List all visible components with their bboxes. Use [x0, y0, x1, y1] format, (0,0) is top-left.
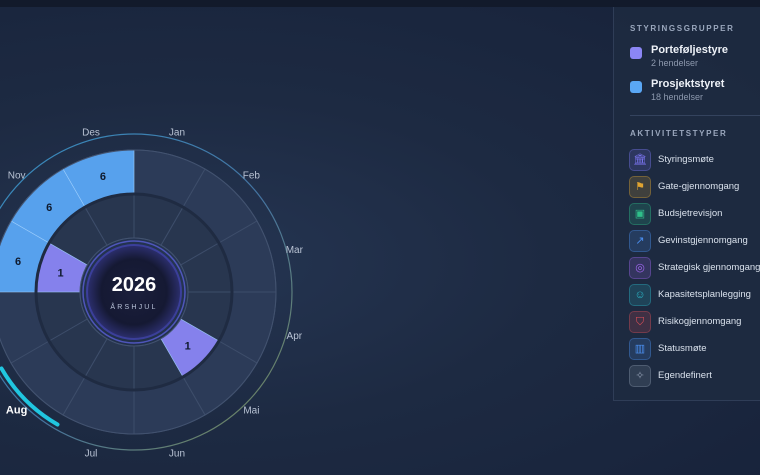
group-color-swatch: [630, 47, 642, 59]
building-icon: 🏛: [629, 149, 651, 171]
shield-icon: ⛉: [629, 311, 651, 333]
activity-type-gevinstgjennomgang[interactable]: ↗ Gevinstgjennomgang: [629, 230, 760, 252]
sparkle-icon: ✧: [629, 365, 651, 387]
month-label-feb: Feb: [243, 171, 261, 182]
month-label-jan: Jan: [169, 128, 185, 139]
activity-type-styringsmote[interactable]: 🏛 Styringsmøte: [629, 149, 760, 171]
activity-type-statusmote[interactable]: ▥ Statusmøte: [629, 338, 760, 360]
group-name: Porteføljestyre: [651, 44, 729, 56]
event-count-label: 1: [185, 341, 191, 353]
types-title: AKTIVITETSTYPER: [630, 129, 728, 138]
activity-type-label: Budsjetrevisjon: [658, 208, 723, 219]
activity-type-risikogjennomgang[interactable]: ⛉ Risikogjennomgang: [629, 311, 760, 333]
event-count-label: 6: [15, 256, 21, 268]
event-count-label: 1: [58, 267, 64, 279]
activity-type-kapasitetsplanlegging[interactable]: ☺ Kapasitetsplanlegging: [629, 284, 760, 306]
month-label-mai: Mai: [243, 405, 259, 416]
trend-up-icon: ↗: [629, 230, 651, 252]
month-label-jun: Jun: [169, 448, 185, 459]
group-name: Prosjektstyret: [651, 78, 725, 90]
bar-chart-icon: ▥: [629, 338, 651, 360]
event-count-label: 6: [46, 202, 52, 214]
activity-type-label: Gevinstgjennomgang: [658, 235, 748, 246]
month-label-apr: Apr: [287, 331, 303, 342]
activity-type-label: Statusmøte: [658, 343, 707, 354]
activity-type-label: Kapasitetsplanlegging: [658, 289, 751, 300]
target-icon: ◎: [629, 257, 651, 279]
month-label-jul: Jul: [85, 448, 98, 459]
year-wheel: 6 6 6 1 1 2026 ÅRSHJUL Jan Feb Mar Apr Mai Jun Jul Aug…: [0, 128, 304, 459]
wheel-year: 2026: [112, 274, 157, 296]
activity-type-budsjetrevisjon[interactable]: ▣ Budsjetrevisjon: [629, 203, 760, 225]
activity-type-label: Egendefinert: [658, 370, 712, 381]
group-color-swatch: [630, 81, 642, 93]
users-icon: ☺: [629, 284, 651, 306]
group-count: 18 hendelser: [651, 92, 704, 102]
month-label-des: Des: [82, 128, 100, 139]
activity-type-label: Styringsmøte: [658, 154, 714, 165]
groups-title: STYRINGSGRUPPER: [630, 24, 735, 33]
month-label-nov: Nov: [8, 171, 26, 182]
wallet-icon: ▣: [629, 203, 651, 225]
activity-type-label: Gate-gjennomgang: [658, 181, 740, 192]
activity-type-label: Risikogjennomgang: [658, 316, 742, 327]
activity-type-egendefinert[interactable]: ✧ Egendefinert: [629, 365, 760, 387]
signpost-icon: ⚑: [629, 176, 651, 198]
event-count-label: 6: [100, 171, 106, 183]
month-label-aug: Aug: [6, 404, 27, 416]
activity-type-label: Strategisk gjennomgang: [658, 262, 760, 273]
wheel-subtitle: ÅRSHJUL: [110, 302, 157, 311]
legend-divider: [630, 115, 760, 116]
legend-panel: STYRINGSGRUPPER Porteføljestyre 2 hendel…: [613, 7, 760, 401]
activity-type-strategisk-gjennomgang[interactable]: ◎ Strategisk gjennomgang: [629, 257, 760, 279]
group-count: 2 hendelser: [651, 58, 699, 68]
month-label-mar: Mar: [286, 245, 304, 256]
activity-type-gate-gjennomgang[interactable]: ⚑ Gate-gjennomgang: [629, 176, 760, 198]
